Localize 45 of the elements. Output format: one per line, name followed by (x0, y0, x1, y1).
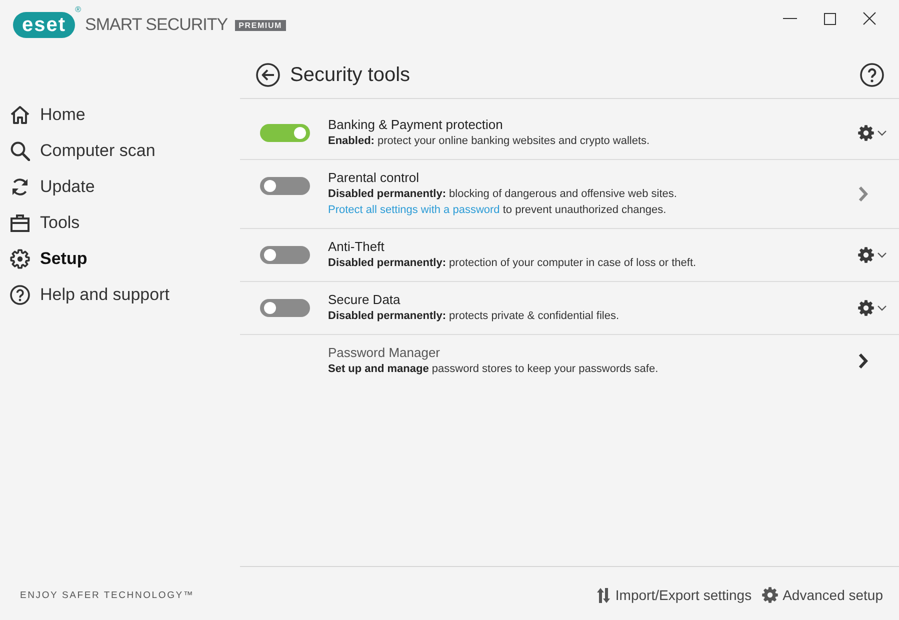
help-icon (10, 285, 30, 305)
registered-mark: ® (75, 6, 82, 14)
tool-description: Enabled: protect your online banking websites and crypto wallets. (328, 134, 650, 149)
maximize-icon[interactable] (824, 12, 836, 24)
edition-badge: PREMIUM (234, 20, 286, 30)
page-title: Security tools (290, 64, 412, 86)
tool-title: Password Manager (328, 345, 440, 361)
tool-description: Set up and manage password stores to keep your passwords safe. (328, 362, 658, 377)
sidebar-item[interactable]: Help and support (0, 277, 174, 313)
logo: eset (13, 12, 76, 38)
tool-title: Secure Data (328, 292, 400, 308)
toggle-switch[interactable] (260, 246, 310, 264)
sidebar-item[interactable]: Computer scan (0, 133, 160, 169)
footer-link[interactable]: Advanced setup (762, 587, 883, 603)
chevron-right-icon[interactable] (858, 353, 868, 369)
refresh-icon (10, 177, 30, 197)
tool-description: Disabled permanently: blocking of dangerous and offensive web sites. (328, 187, 677, 202)
toggle-switch[interactable] (260, 177, 310, 195)
tool-title: Parental control (328, 170, 420, 186)
close-icon[interactable] (863, 12, 876, 25)
tool-title: Banking & Payment protection (328, 117, 503, 133)
home-icon (10, 105, 30, 125)
tool-description: Disabled permanently: protects private & confidential files. (328, 309, 620, 324)
help-icon[interactable] (860, 63, 884, 87)
toggle-switch[interactable] (260, 124, 310, 142)
gear-icon (762, 587, 778, 603)
tool-note: Protect all settings with a password to prevent unauthorized changes. (328, 203, 666, 218)
briefcase-icon (10, 213, 30, 233)
gear-dropdown-icon[interactable] (858, 247, 887, 263)
sidebar-item[interactable]: Update (0, 169, 99, 205)
sidebar-item[interactable]: Tools (0, 205, 84, 241)
up-down-arrows-icon (597, 588, 610, 602)
sidebar-item[interactable]: Setup (0, 241, 92, 277)
tagline: ENJOY SAFER TECHNOLOGY™ (20, 590, 194, 601)
sidebar-item[interactable]: Home (0, 97, 90, 133)
tool-description: Disabled permanently: protection of your computer in case of loss or theft. (328, 256, 696, 271)
gear-icon (10, 249, 30, 269)
gear-dropdown-icon[interactable] (858, 125, 887, 141)
gear-dropdown-icon[interactable] (858, 300, 887, 316)
toggle-switch[interactable] (260, 299, 310, 317)
footer-link[interactable]: Import/Export settings (597, 587, 752, 603)
tool-title: Anti-Theft (328, 239, 384, 255)
search-icon (10, 141, 30, 161)
back-icon[interactable] (256, 63, 280, 87)
product-name: SMART SECURITY (85, 15, 228, 35)
